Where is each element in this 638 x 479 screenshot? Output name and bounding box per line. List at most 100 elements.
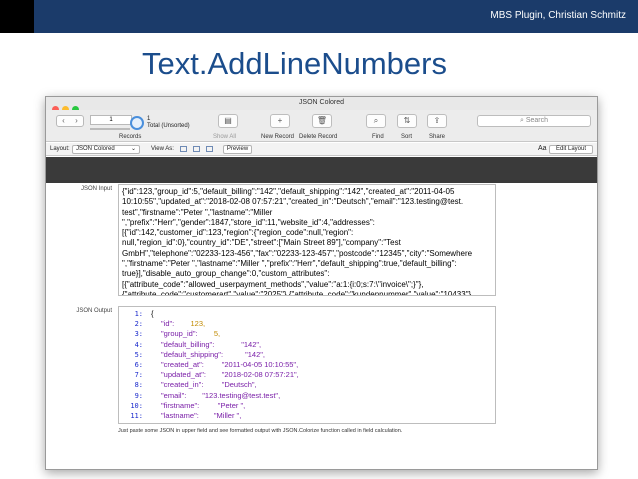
slide-header-bar: MBS Plugin, Christian Schmitz [0,0,638,33]
slide-credit: MBS Plugin, Christian Schmitz [490,10,626,21]
window-title: JSON Colored [298,99,345,106]
json-value: 5, [213,329,221,339]
layout-select-value: JSON Colored [76,146,115,152]
json-key: "lastname": [161,410,199,420]
delete-record-button[interactable]: 🗑 [312,114,332,128]
new-record-button[interactable]: + [270,114,290,128]
search-icon: ⌕ [519,117,524,124]
json-input-line: GmbH","telephone":"02233-123-456","fax":… [122,248,473,258]
header-corner-block [0,0,34,33]
search-field[interactable]: ⌕ Search [477,115,591,127]
share-button[interactable]: ⇪ [427,114,447,128]
json-key: "id": [161,319,175,329]
record-slider[interactable] [90,128,130,130]
json-value: "142", [241,339,262,349]
text-format-icon[interactable]: Aa [538,145,547,152]
form-view-icon[interactable] [180,146,187,152]
json-input-field[interactable]: {"id":123,"group_id":5,"default_billing"… [118,184,496,296]
json-output-line: 9: "email": "123.testing@test.test", [119,391,495,401]
preview-button[interactable]: Preview [223,145,252,154]
sort-icon: ⇅ [403,116,411,125]
json-value: "2011-04-05 10:10:55", [221,359,299,369]
sort-button[interactable]: ⇅ [397,114,417,128]
magnifier-icon: ⌕ [373,116,379,125]
show-all-icon: ▤ [224,116,232,125]
table-view-icon[interactable] [206,146,213,152]
record-count: 1 Total (Unsorted) [147,116,190,130]
chevron-down-icon: ⌄ [130,146,136,152]
slide-title: Text.AddLineNumbers [142,46,447,81]
view-as-label: View As: [151,146,174,152]
record-count-number: 1 [147,116,151,122]
share-icon: ⇪ [433,116,441,125]
json-value: "Peter ", [217,400,246,410]
delete-record-label: Delete Record [299,134,338,140]
json-output-line: 10: "firstname": "Peter ", [119,401,495,411]
find-button[interactable]: ⌕ [366,114,386,128]
show-all-button[interactable]: ▤ [218,114,238,128]
json-input-line: ","prefix":"Herr","gender":1847,"store_i… [122,217,375,227]
json-input-line: true}],"disable_auto_group_change":0,"cu… [122,269,330,279]
json-output-line: 7: "updated_at": "2018-02-08 07:57:21", [119,370,495,380]
json-value: "142", [245,349,266,359]
help-note: Just paste some JSON in upper field and … [118,428,403,434]
json-key: "created_in": [161,380,204,390]
json-input-label: JSON Input [80,186,112,192]
find-label: Find [372,134,384,140]
record-number-field[interactable]: 1 [90,115,132,125]
line-number: 1: [134,310,143,318]
json-output-line: 4: "default_billing": "142", [119,340,495,350]
json-output-line: 8: "created_in": "Deutsch", [119,380,495,390]
search-placeholder: Search [525,117,549,124]
json-key: "firstname": [161,400,200,410]
json-output-line: 11: "lastname": "Miller ", [119,411,495,421]
share-label: Share [429,134,446,140]
line-number: 9: [134,391,143,400]
json-output-line: 5: "default_shipping": "142", [119,350,495,360]
new-record-label: New Record [261,134,295,140]
line-number: 4: [134,340,143,349]
next-record-icon[interactable]: › [70,116,83,126]
new-record-icon: + [277,116,283,125]
edit-layout-button[interactable]: Edit Layout [549,145,593,154]
trash-icon: 🗑 [316,116,328,125]
line-number: 11: [130,411,143,420]
json-output-line: 1: { [119,309,495,319]
json-value: "2018-02-08 07:57:21", [221,370,299,380]
window-titlebar: JSON Colored [46,97,597,113]
line-number: 10: [130,401,143,410]
sort-label: Sort [401,134,413,140]
toolbar: ‹ › 1 1 Total (Unsorted) Records ▤ Show A… [46,110,597,142]
line-number: 6: [134,360,143,369]
json-output-label: JSON Output [76,308,112,314]
json-input-line: {"attribute_code":"customerart","value":… [122,289,474,296]
line-number: 7: [134,371,143,380]
list-view-icon[interactable] [193,146,200,152]
layout-bar: Layout: JSON Colored ⌄ View As: Preview … [46,143,597,156]
json-input-line: {"id":123,"group_id":5,"default_billing"… [122,187,455,196]
json-key: "default_shipping": [161,349,224,359]
record-count-label: Total (Unsorted) [147,123,190,129]
json-value: "123.testing@test.test", [202,390,281,400]
json-input-line: null,"region_id":0},"country_id":"DE","s… [122,238,401,248]
json-input-line: 10:10:55","updated_at":"2018-02-08 07:57… [122,197,464,207]
json-input-line: [{"id":142,"customer_id":123,"region":{"… [122,228,354,238]
json-output-line: 2: "id": 123, [119,319,495,329]
show-all-label: Show All [213,134,237,140]
line-number: 2: [134,320,143,329]
json-value: "Deutsch", [221,380,257,390]
line-number: 8: [134,381,143,390]
json-output-line: 6: "created_at": "2011-04-05 10:10:55", [119,360,495,370]
json-output-line: 3: "group_id": 5, [119,329,495,339]
layout-label: Layout: [50,146,70,152]
json-input-line: test","firstname":"Peter ","lastname":"M… [122,207,273,217]
json-output-field[interactable]: 1: {2: "id": 123, 3: "group_id": 5, 4: "default_… [118,306,496,424]
json-value: "Miller ", [213,410,242,420]
layout-select[interactable]: JSON Colored ⌄ [72,145,140,154]
json-value: 123, [190,319,206,329]
json-key: "group_id": [161,329,198,339]
json-key: "updated_at": [161,370,206,380]
previous-record-icon[interactable]: ‹ [57,116,70,126]
line-number: 3: [134,330,143,339]
header-band [46,157,597,183]
